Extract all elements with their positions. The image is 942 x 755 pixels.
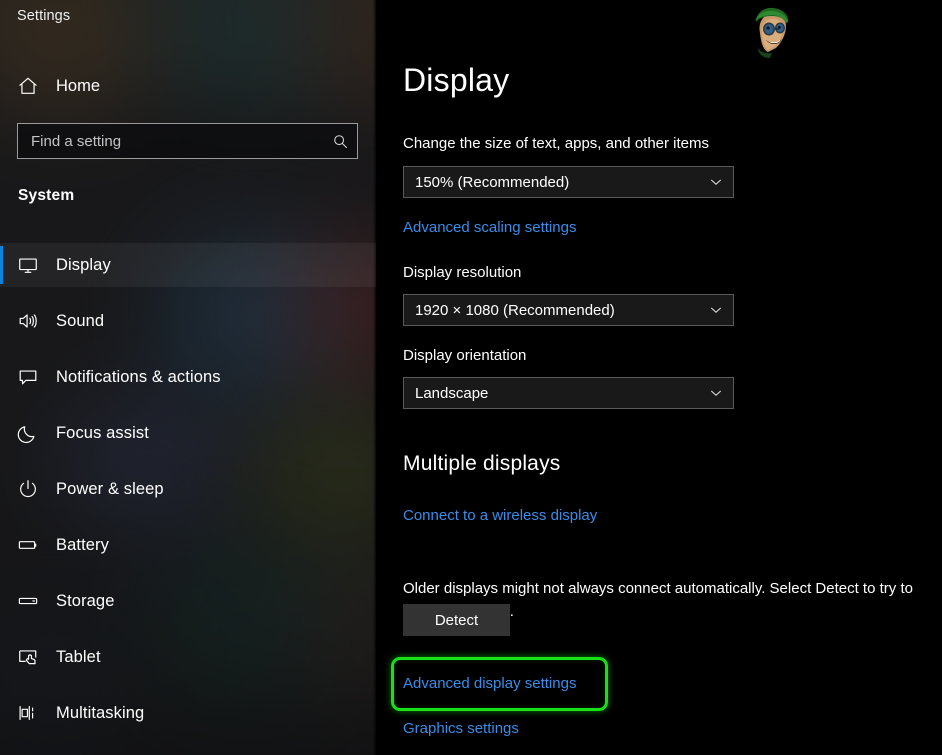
search-input[interactable] bbox=[18, 133, 323, 150]
home-icon bbox=[0, 75, 56, 97]
sidebar-item-display[interactable]: Display bbox=[0, 243, 376, 287]
sidebar-item-notifications[interactable]: Notifications & actions bbox=[0, 355, 376, 399]
multiple-displays-heading: Multiple displays bbox=[403, 452, 560, 476]
main-content: Display Change the size of text, apps, a… bbox=[376, 0, 942, 755]
notification-icon bbox=[0, 366, 56, 388]
sidebar-item-storage[interactable]: Storage bbox=[0, 579, 376, 623]
chevron-down-icon bbox=[699, 386, 733, 400]
sidebar-item-label: Multitasking bbox=[56, 704, 144, 723]
sidebar-item-tablet[interactable]: Tablet bbox=[0, 635, 376, 679]
sidebar-item-label: Sound bbox=[56, 312, 104, 331]
orientation-label: Display orientation bbox=[403, 347, 526, 364]
advanced-display-settings-link[interactable]: Advanced display settings bbox=[403, 675, 576, 692]
detect-button[interactable]: Detect bbox=[403, 604, 510, 636]
resolution-label: Display resolution bbox=[403, 264, 521, 281]
sidebar-item-label: Battery bbox=[56, 536, 109, 555]
power-icon bbox=[0, 478, 56, 500]
settings-window: Settings Home bbox=[0, 0, 942, 755]
chevron-down-icon bbox=[699, 175, 733, 189]
sidebar-nav: Display Sound bbox=[0, 243, 376, 747]
sidebar-item-label: Display bbox=[56, 256, 111, 275]
resolution-dropdown[interactable]: 1920 × 1080 (Recommended) bbox=[403, 294, 734, 326]
sidebar-section-title: System bbox=[18, 187, 74, 205]
graphics-settings-link[interactable]: Graphics settings bbox=[403, 720, 519, 737]
advanced-scaling-settings-link[interactable]: Advanced scaling settings bbox=[403, 219, 576, 236]
tablet-icon bbox=[0, 646, 56, 668]
page-title: Display bbox=[403, 62, 509, 99]
search-icon[interactable] bbox=[323, 124, 357, 158]
orientation-dropdown[interactable]: Landscape bbox=[403, 377, 734, 409]
moon-icon bbox=[0, 422, 56, 444]
chevron-down-icon bbox=[699, 303, 733, 317]
sidebar-item-label: Notifications & actions bbox=[56, 368, 221, 387]
sidebar-item-sound[interactable]: Sound bbox=[0, 299, 376, 343]
battery-icon bbox=[0, 534, 56, 556]
storage-icon bbox=[0, 590, 56, 612]
sidebar-item-multitasking[interactable]: Multitasking bbox=[0, 691, 376, 735]
sidebar-item-focus-assist[interactable]: Focus assist bbox=[0, 411, 376, 455]
sidebar-item-power-sleep[interactable]: Power & sleep bbox=[0, 467, 376, 511]
resolution-value: 1920 × 1080 (Recommended) bbox=[404, 302, 699, 319]
search-box[interactable] bbox=[17, 123, 358, 159]
sidebar-item-label: Storage bbox=[56, 592, 115, 611]
sidebar-item-home[interactable]: Home bbox=[0, 68, 376, 104]
scale-dropdown[interactable]: 150% (Recommended) bbox=[403, 166, 734, 198]
cartoon-character-logo bbox=[746, 4, 798, 60]
wireless-display-link[interactable]: Connect to a wireless display bbox=[403, 507, 597, 524]
monitor-icon bbox=[0, 254, 56, 276]
sidebar-item-label: Tablet bbox=[56, 648, 101, 667]
sidebar-item-label: Home bbox=[56, 77, 100, 96]
sidebar-item-label: Power & sleep bbox=[56, 480, 164, 499]
speaker-icon bbox=[0, 310, 56, 332]
sidebar: Settings Home bbox=[0, 0, 376, 755]
orientation-value: Landscape bbox=[404, 385, 699, 402]
app-title: Settings bbox=[17, 8, 70, 24]
scale-value: 150% (Recommended) bbox=[404, 174, 699, 191]
sidebar-item-battery[interactable]: Battery bbox=[0, 523, 376, 567]
scale-label: Change the size of text, apps, and other… bbox=[403, 135, 709, 152]
sidebar-item-label: Focus assist bbox=[56, 424, 149, 443]
multitasking-icon bbox=[0, 702, 56, 724]
